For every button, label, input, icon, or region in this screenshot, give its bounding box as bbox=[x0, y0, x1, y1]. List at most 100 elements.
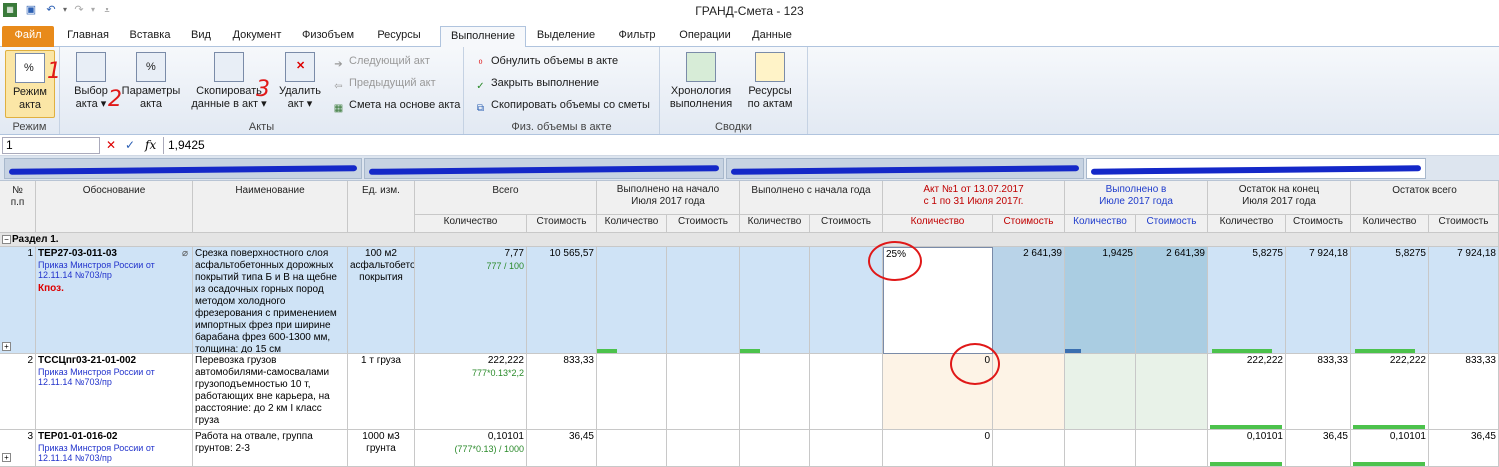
col-header-qty[interactable]: Количество bbox=[1208, 215, 1286, 233]
col-header-done-start[interactable]: Выполнено на начало Июля 2017 года bbox=[597, 181, 740, 215]
total-cost-cell[interactable]: 10 565,57 bbox=[527, 247, 597, 354]
col-header-cost[interactable]: Стоимость bbox=[810, 215, 883, 233]
done-start-qty-cell[interactable] bbox=[597, 247, 667, 354]
name-cell[interactable]: Перевозка грузов автомобилями-самосвалам… bbox=[193, 354, 348, 430]
done-in-cost-cell[interactable] bbox=[1136, 354, 1208, 430]
act-cost-cell[interactable] bbox=[993, 354, 1065, 430]
rest-end-qty-cell[interactable]: 5,8275 bbox=[1208, 247, 1286, 354]
expand-icon[interactable]: + bbox=[2, 342, 11, 351]
section-row[interactable]: Раздел 1. bbox=[0, 233, 1499, 247]
tab-operations[interactable]: Операции bbox=[672, 26, 738, 47]
done-year-qty-cell[interactable] bbox=[740, 430, 810, 467]
tab-home[interactable]: Главная bbox=[60, 26, 116, 47]
prev-act-button[interactable]: ⇦ Предыдущий акт bbox=[332, 75, 435, 93]
unit-cell[interactable]: 100 м2 асфальтобетонного покрытия bbox=[348, 247, 415, 354]
done-year-qty-cell[interactable] bbox=[740, 247, 810, 354]
rest-all-cost-cell[interactable]: 7 924,18 bbox=[1429, 247, 1499, 354]
delete-act-button[interactable]: ✕ Удалить акт ▾ bbox=[276, 50, 324, 111]
rest-end-cost-cell[interactable]: 833,33 bbox=[1286, 354, 1351, 430]
done-year-cost-cell[interactable] bbox=[810, 430, 883, 467]
copy-volumes-button[interactable]: ⧉ Скопировать объемы со сметы bbox=[474, 97, 650, 115]
col-header-rest-all[interactable]: Остаток всего bbox=[1351, 181, 1499, 215]
document-tab[interactable] bbox=[364, 158, 724, 179]
attachment-icon[interactable]: ⌀ bbox=[182, 248, 188, 260]
done-in-qty-cell[interactable] bbox=[1065, 354, 1136, 430]
done-in-qty-cell[interactable]: 1,9425 bbox=[1065, 247, 1136, 354]
col-header-basis[interactable]: Обоснование bbox=[36, 181, 193, 233]
col-header-done-year[interactable]: Выполнено с начала года bbox=[740, 181, 883, 215]
chronology-button[interactable]: Хронология выполнения bbox=[666, 50, 736, 111]
rest-end-qty-cell[interactable]: 0,10101 bbox=[1208, 430, 1286, 467]
rest-end-qty-cell[interactable]: 222,222 bbox=[1208, 354, 1286, 430]
name-cell[interactable]: Работа на отвале, группа грунтов: 2-3 bbox=[193, 430, 348, 467]
document-tab[interactable] bbox=[4, 158, 362, 179]
col-header-cost[interactable]: Стоимость bbox=[993, 215, 1065, 233]
cancel-icon[interactable]: ✕ bbox=[106, 138, 116, 153]
tab-filter[interactable]: Фильтр bbox=[608, 26, 666, 47]
confirm-icon[interactable]: ✓ bbox=[125, 138, 135, 153]
tab-insert[interactable]: Вставка bbox=[122, 26, 178, 47]
basis-cell[interactable]: ТЕР27-03-011-03 Приказ Минстроя России о… bbox=[36, 247, 193, 354]
act-qty-cell[interactable]: 0 bbox=[883, 430, 993, 467]
basis-cell[interactable]: ТЕР01-01-016-02 Приказ Минстроя России о… bbox=[36, 430, 193, 467]
rest-end-cost-cell[interactable]: 36,45 bbox=[1286, 430, 1351, 467]
tab-document[interactable]: Документ bbox=[224, 26, 290, 47]
done-in-cost-cell[interactable]: 2 641,39 bbox=[1136, 247, 1208, 354]
act-cost-cell[interactable] bbox=[993, 430, 1065, 467]
done-start-cost-cell[interactable] bbox=[667, 430, 740, 467]
done-start-qty-cell[interactable] bbox=[597, 430, 667, 467]
function-icon[interactable]: fx bbox=[145, 138, 156, 153]
row-num[interactable]: 1 bbox=[0, 247, 36, 354]
total-cost-cell[interactable]: 833,33 bbox=[527, 354, 597, 430]
col-header-cost[interactable]: Стоимость bbox=[1429, 215, 1499, 233]
done-start-cost-cell[interactable] bbox=[667, 354, 740, 430]
col-header-cost[interactable]: Стоимость bbox=[667, 215, 740, 233]
expand-icon[interactable]: + bbox=[2, 453, 11, 462]
total-qty-cell[interactable]: 0,10101 (777*0.13) / 1000 bbox=[415, 430, 527, 467]
done-in-qty-cell[interactable] bbox=[1065, 430, 1136, 467]
col-header-name[interactable]: Наименование bbox=[193, 181, 348, 233]
rest-end-cost-cell[interactable]: 7 924,18 bbox=[1286, 247, 1351, 354]
col-header-qty[interactable]: Количество bbox=[1351, 215, 1429, 233]
total-qty-cell[interactable]: 7,77 777 / 100 bbox=[415, 247, 527, 354]
row-num[interactable]: 2 bbox=[0, 354, 36, 430]
total-qty-cell[interactable]: 222,222 777*0.13*2,2 bbox=[415, 354, 527, 430]
tab-data[interactable]: Данные bbox=[744, 26, 800, 47]
zero-volumes-button[interactable]: ⁰ Обнулить объемы в акте bbox=[474, 53, 618, 71]
act-params-button[interactable]: % Параметры акта bbox=[118, 50, 184, 111]
name-cell[interactable]: Срезка поверхностного слоя асфальтобетон… bbox=[193, 247, 348, 354]
tab-file[interactable]: Файл bbox=[2, 26, 54, 47]
document-tab-active[interactable] bbox=[1086, 158, 1426, 179]
col-header-total[interactable]: Всего bbox=[415, 181, 597, 215]
close-execution-button[interactable]: ✓ Закрыть выполнение bbox=[474, 75, 599, 93]
rest-all-qty-cell[interactable]: 222,222 bbox=[1351, 354, 1429, 430]
rest-all-qty-cell[interactable]: 0,10101 bbox=[1351, 430, 1429, 467]
done-in-cost-cell[interactable] bbox=[1136, 430, 1208, 467]
done-year-cost-cell[interactable] bbox=[810, 354, 883, 430]
col-header-cost[interactable]: Стоимость bbox=[527, 215, 597, 233]
resources-by-acts-button[interactable]: Ресурсы по актам bbox=[740, 50, 800, 111]
rest-all-cost-cell[interactable]: 36,45 bbox=[1429, 430, 1499, 467]
col-header-done-in[interactable]: Выполнено в Июле 2017 года bbox=[1065, 181, 1208, 215]
col-header-cost[interactable]: Стоимость bbox=[1286, 215, 1351, 233]
col-header-qty[interactable]: Количество bbox=[597, 215, 667, 233]
col-header-qty[interactable]: Количество bbox=[740, 215, 810, 233]
tab-execution[interactable]: Выполнение bbox=[440, 26, 526, 48]
tab-resources[interactable]: Ресурсы bbox=[366, 26, 432, 47]
col-header-qty[interactable]: Количество bbox=[883, 215, 993, 233]
col-header-qty[interactable]: Количество bbox=[1065, 215, 1136, 233]
col-header-unit[interactable]: Ед. изм. bbox=[348, 181, 415, 233]
tab-physvolume[interactable]: Физобъем bbox=[296, 26, 360, 47]
tab-selection[interactable]: Выделение bbox=[530, 26, 602, 47]
col-header-num[interactable]: № п.п bbox=[0, 181, 36, 233]
basis-cell[interactable]: ТССЦпг03-21-01-002 Приказ Минстроя Росси… bbox=[36, 354, 193, 430]
col-header-qty[interactable]: Количество bbox=[415, 215, 527, 233]
done-year-qty-cell[interactable] bbox=[740, 354, 810, 430]
unit-cell[interactable]: 1 т груза bbox=[348, 354, 415, 430]
formula-input[interactable]: 1,9425 bbox=[163, 137, 1497, 154]
act-cost-cell[interactable]: 2 641,39 bbox=[993, 247, 1065, 354]
cell-name-box[interactable]: 1 bbox=[2, 137, 100, 154]
col-header-cost[interactable]: Стоимость bbox=[1136, 215, 1208, 233]
done-start-qty-cell[interactable] bbox=[597, 354, 667, 430]
done-start-cost-cell[interactable] bbox=[667, 247, 740, 354]
